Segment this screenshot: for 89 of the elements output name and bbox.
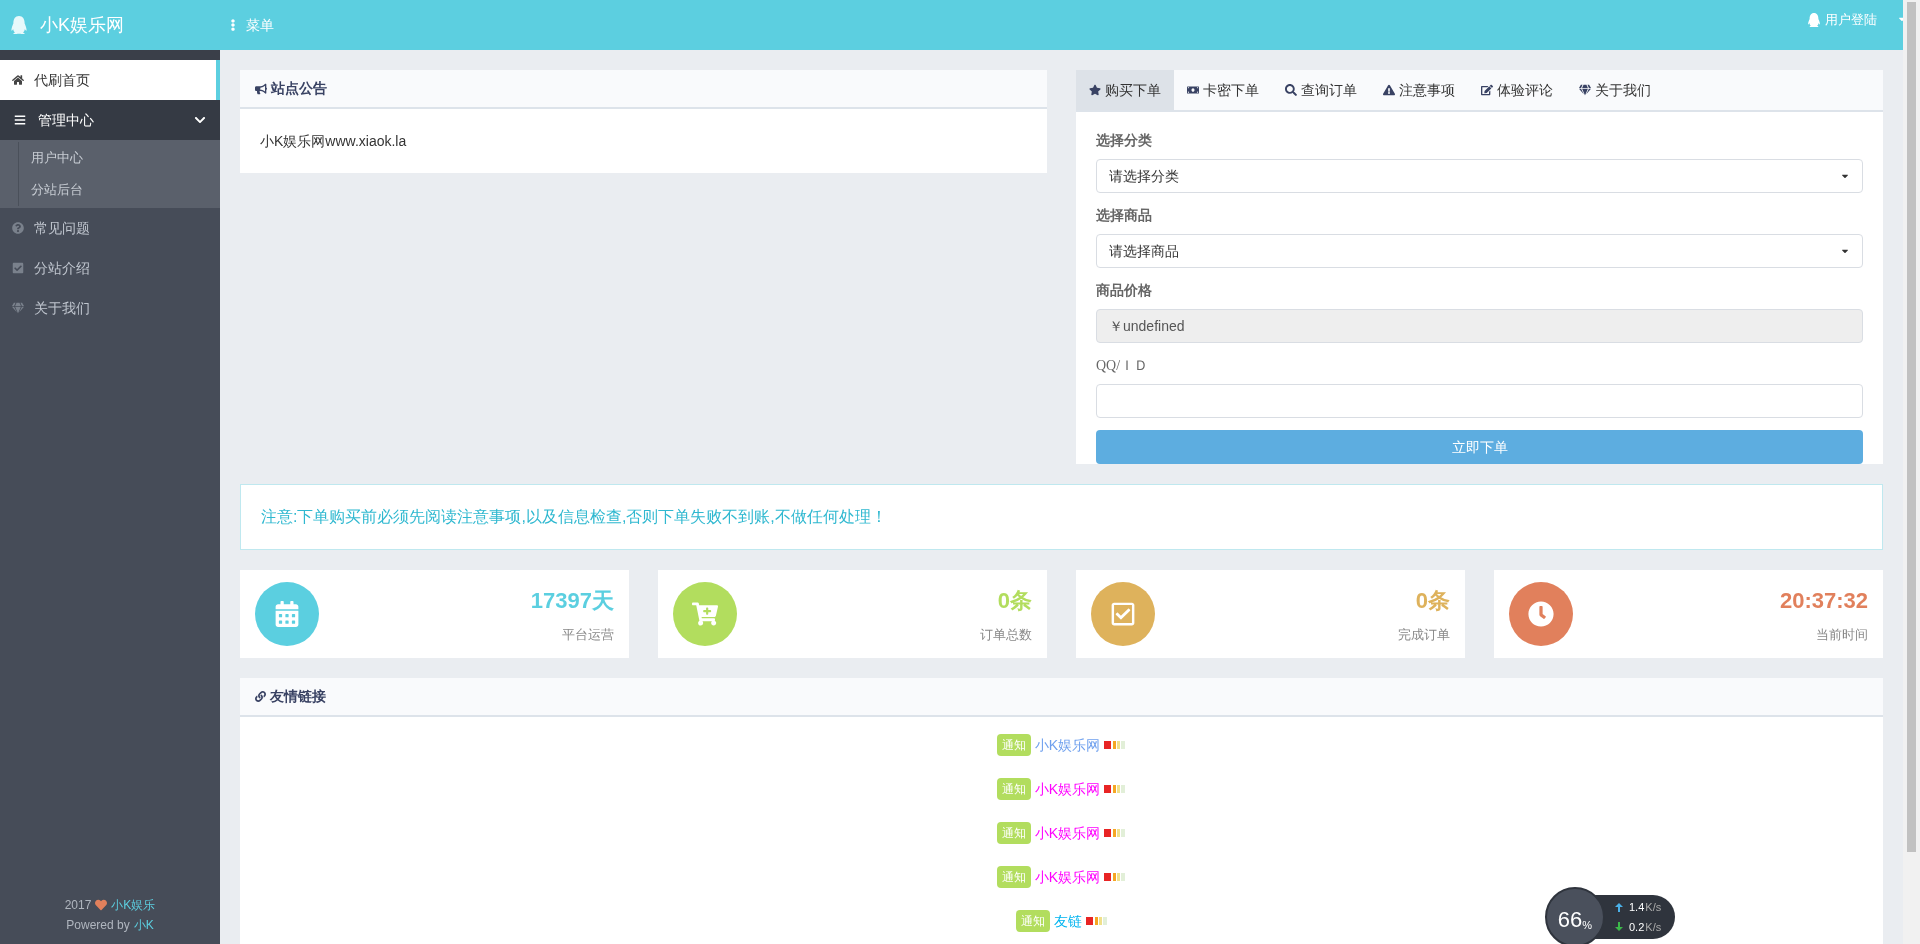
stat-value: 17397天 [530, 586, 614, 615]
select-value: 请选择分类 [1109, 166, 1179, 186]
up-arrow-icon [1615, 902, 1623, 912]
menu-icon [228, 19, 238, 31]
brand-title: 小K娱乐网 [40, 13, 124, 37]
speed-unit: K/s [1645, 919, 1662, 935]
cpu-percent: 66 [1557, 909, 1583, 931]
rank-bars-icon [1104, 829, 1127, 837]
item-icon [12, 74, 24, 86]
tab[interactable]: 注意事项 [1370, 70, 1468, 110]
tab-icon [1285, 84, 1297, 96]
price-field: ￥undefined [1096, 309, 1863, 343]
stat-icon [1528, 601, 1554, 627]
card-title: 站点公告 [271, 79, 327, 98]
select-value: 请选择商品 [1109, 241, 1179, 261]
stat-label: 完成订单 [1398, 625, 1450, 644]
submenu-item[interactable]: 分站后台 [31, 180, 83, 200]
upload-speed: 1.4 [1629, 900, 1645, 915]
stat-value: 20:37:32 [1779, 586, 1868, 615]
footer-text: Powered by [66, 917, 130, 934]
notice-badge: 通知 [996, 734, 1031, 756]
stat-icon [1110, 601, 1136, 627]
tab-icon [1383, 84, 1395, 96]
footer-link[interactable]: 小K娱乐 [111, 896, 156, 914]
field-label: QQ/ＩＤ [1096, 357, 1149, 375]
sidebar-item[interactable]: 关于我们 [0, 288, 220, 328]
input-field[interactable] [1096, 384, 1863, 418]
tab[interactable]: 卡密下单 [1174, 70, 1272, 110]
item-icon [12, 302, 24, 314]
speed-unit: K/s [1645, 900, 1662, 915]
notice-text: 注意:下单购买前必须先阅读注意事项,以及信息检查,否则下单失败不到账,不做任何处理！ [261, 507, 887, 527]
footer-link[interactable]: 小K [133, 916, 154, 934]
card-title: 友情链接 [270, 687, 326, 706]
heart-icon [95, 899, 108, 911]
stat-label: 平台运营 [562, 625, 614, 644]
sidebar-item[interactable]: 分站介绍 [0, 248, 220, 288]
stat-icon [692, 601, 718, 627]
field-label: 商品价格 [1096, 281, 1152, 300]
item-label: 关于我们 [34, 298, 90, 318]
tab-icon [1187, 84, 1199, 96]
friend-link[interactable]: 小K娱乐网 [1034, 734, 1101, 756]
item-icon [12, 262, 24, 274]
stat-icon [274, 601, 300, 627]
stat-value: 0条 [997, 586, 1032, 615]
megaphone-icon [255, 82, 267, 95]
tab-icon [1481, 84, 1493, 96]
tab-icon [1579, 84, 1591, 96]
select-field[interactable]: 请选择商品 [1096, 234, 1863, 268]
tab[interactable]: 体验评论 [1468, 70, 1566, 110]
notice-badge: 通知 [1015, 910, 1050, 932]
tab-icon [1089, 84, 1101, 96]
friend-link[interactable]: 小K娱乐网 [1034, 822, 1101, 844]
link-icon [255, 691, 266, 702]
friend-link[interactable]: 小K娱乐网 [1034, 866, 1101, 888]
item-icon [12, 114, 28, 126]
notice-badge: 通知 [996, 866, 1031, 888]
percent-unit: % [1582, 920, 1593, 931]
rank-bars-icon [1104, 873, 1127, 881]
tab[interactable]: 关于我们 [1566, 70, 1664, 110]
rank-bars-icon [1104, 741, 1127, 749]
notice-badge: 通知 [996, 778, 1031, 800]
submenu-item[interactable]: 用户中心 [31, 148, 83, 168]
item-label: 代刷首页 [34, 70, 90, 90]
announcement-text: 小K娱乐网www.xiaok.la [260, 133, 407, 149]
stat-label: 当前时间 [1816, 625, 1868, 644]
field-label: 选择商品 [1096, 206, 1152, 225]
item-label: 常见问题 [34, 218, 90, 238]
penguin-icon [10, 16, 28, 34]
stat-label: 订单总数 [980, 625, 1032, 644]
sidebar-item[interactable]: 管理中心 [0, 100, 220, 140]
item-label: 分站介绍 [34, 258, 90, 278]
item-icon [12, 222, 24, 234]
tab[interactable]: 购买下单 [1076, 70, 1174, 110]
sidebar-item[interactable]: 常见问题 [0, 208, 220, 248]
scrollbar[interactable] [1903, 0, 1920, 944]
footer-year: 2017 [64, 897, 92, 914]
download-speed: 0.2 [1629, 919, 1645, 935]
tab[interactable]: 查询订单 [1272, 70, 1370, 110]
rank-bars-icon [1085, 917, 1108, 925]
notice-badge: 通知 [996, 822, 1031, 844]
sidebar-item[interactable]: 代刷首页 [0, 60, 220, 100]
friend-link[interactable]: 小K娱乐网 [1034, 778, 1101, 800]
penguin-icon [1807, 12, 1821, 27]
field-label: 选择分类 [1096, 131, 1152, 150]
down-arrow-icon [1615, 922, 1623, 932]
select-field[interactable]: 请选择分类 [1096, 159, 1863, 193]
stat-value: 0条 [1415, 586, 1450, 615]
rank-bars-icon [1104, 785, 1127, 793]
item-label: 管理中心 [38, 110, 94, 130]
